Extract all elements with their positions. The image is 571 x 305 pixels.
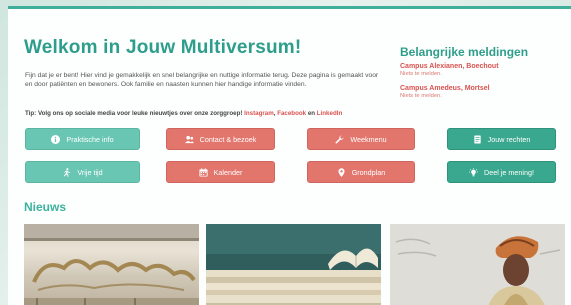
kalender-label: Kalender <box>213 167 243 177</box>
portrait-image <box>390 224 565 305</box>
tip-text: Tip: Volg ons op sociale media voor leuk… <box>25 110 243 117</box>
social-tip: Tip: Volg ons op sociale media voor leuk… <box>25 110 395 117</box>
praktische-info-button[interactable]: Praktische info <box>25 128 140 150</box>
instagram-link[interactable]: Instagram <box>244 110 274 117</box>
grondplan-button[interactable]: Grondplan <box>307 161 415 183</box>
news-card-books[interactable] <box>206 224 381 305</box>
jouw-rechten-label: Jouw rechten <box>487 134 531 144</box>
users-icon <box>184 135 194 143</box>
page-container: Welkom in Jouw Multiversum! Fijn dat je … <box>8 6 571 305</box>
kalender-button[interactable]: Kalender <box>166 161 275 183</box>
facebook-link[interactable]: Facebook <box>277 110 306 117</box>
notice-text-alexianen: Niets te melden. <box>400 71 442 77</box>
deel-mening-label: Deel je mening! <box>484 167 534 177</box>
vrije-tijd-label: Vrije tijd <box>77 167 103 177</box>
notice-title-amedeus[interactable]: Campus Amedeus, Mortsel <box>400 85 570 92</box>
news-heading: Nieuws <box>24 200 67 214</box>
document-icon <box>473 134 481 144</box>
notice-text-amedeus: Niets te melden. <box>400 93 442 99</box>
notices-heading: Belangrijke meldingen <box>400 45 529 59</box>
praktische-info-label: Praktische info <box>66 134 114 144</box>
books-image <box>206 224 381 305</box>
calendar-icon <box>199 167 208 177</box>
jouw-rechten-button[interactable]: Jouw rechten <box>447 128 556 150</box>
running-icon <box>64 167 71 177</box>
vrije-tijd-button[interactable]: Vrije tijd <box>25 161 140 183</box>
tip-and: en <box>307 110 316 117</box>
page-title: Welkom in Jouw Multiversum! <box>24 37 302 58</box>
linkedin-link[interactable]: LinkedIn <box>317 110 342 117</box>
contact-bezoek-button[interactable]: Contact & bezoek <box>166 128 275 150</box>
weekmenu-label: Weekmenu <box>350 134 387 144</box>
news-card-restaurant[interactable] <box>24 224 199 305</box>
contact-bezoek-label: Contact & bezoek <box>199 134 257 144</box>
important-notices: Belangrijke meldingen Campus Alexianen, … <box>400 45 570 107</box>
grondplan-label: Grondplan <box>351 167 386 177</box>
map-pin-icon <box>338 167 345 177</box>
notice-title-alexianen[interactable]: Campus Alexianen, Boechout <box>400 63 570 70</box>
intro-text: Fijn dat je er bent! Hier vind je gemakk… <box>25 72 379 89</box>
lightbulb-icon <box>469 167 479 176</box>
info-circle-icon <box>51 134 61 144</box>
weekmenu-button[interactable]: Weekmenu <box>307 128 415 150</box>
news-card-portrait[interactable] <box>390 224 565 305</box>
tip-separator: , <box>273 110 276 117</box>
restaurant-sign-image <box>24 224 199 305</box>
wrench-icon <box>335 134 344 144</box>
deel-mening-button[interactable]: Deel je mening! <box>447 161 556 183</box>
